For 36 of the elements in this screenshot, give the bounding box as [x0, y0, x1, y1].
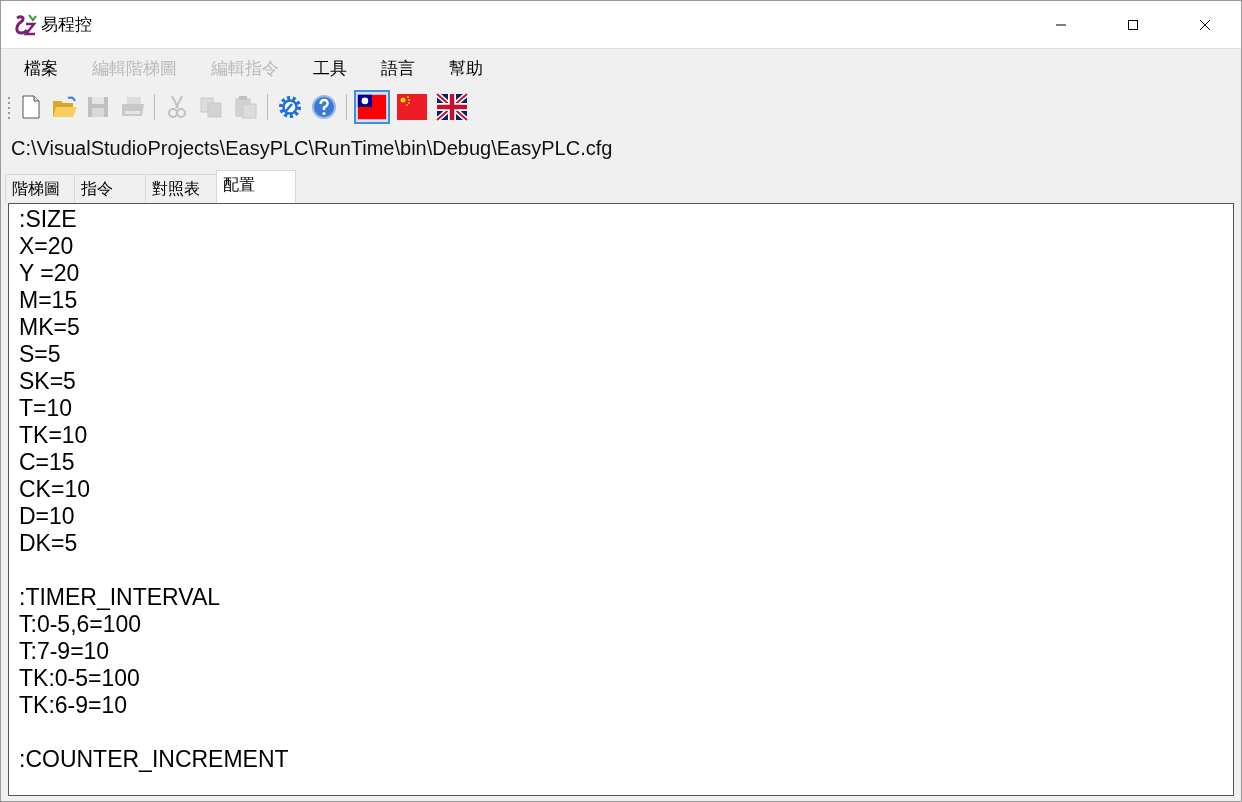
config-line: T=10: [19, 395, 74, 422]
toolbar-grip-icon: [7, 94, 11, 120]
flag-icon[interactable]: [435, 92, 469, 122]
config-line: T:0-5,6=100: [19, 611, 143, 638]
menu-item[interactable]: 檔案: [13, 56, 69, 80]
config-line: T:7-9=10: [19, 638, 111, 665]
config-line: C=15: [19, 449, 76, 476]
tab[interactable]: 配置: [216, 170, 296, 203]
config-line: :SIZE: [19, 206, 78, 233]
window-title: 易程控: [41, 13, 92, 36]
config-line: CK=10: [19, 476, 91, 503]
menu-item[interactable]: 幫助: [438, 56, 494, 80]
config-line: DK=5: [19, 530, 79, 557]
folder-icon[interactable]: [51, 94, 77, 120]
config-line: SK=5: [19, 368, 77, 395]
close-icon[interactable]: [1199, 18, 1211, 31]
text-editor[interactable]: :SIZE X=20 Y =20 M=15 MK=5 S=5 SK=5 T=10 TK=10 C=15 CK=10 D=10 DK=5 :TIMER_INTERVAL T:0-5,6=100 T:7-9=10 TK:0-5=100 TK:6-9=10 :COUNTER_INCREMENT: [8, 203, 1234, 796]
config-line: S=5: [19, 341, 62, 368]
help-icon[interactable]: [311, 94, 337, 120]
config-line: TK:0-5=100: [19, 665, 141, 692]
config-line: :COUNTER_INCREMENT: [19, 746, 290, 773]
config-line: X=20: [19, 233, 75, 260]
config-line: TK=10: [19, 422, 89, 449]
config-line: Y =20: [19, 260, 81, 287]
gear-icon[interactable]: [277, 94, 303, 120]
config-line: M=15: [19, 287, 79, 314]
flag-icon[interactable]: [356, 92, 388, 122]
menu-item[interactable]: 語言: [370, 56, 426, 80]
menu-item[interactable]: 工具: [302, 56, 358, 80]
config-line: D=10: [19, 503, 76, 530]
config-line: :TIMER_INTERVAL: [19, 584, 222, 611]
file-path: C:\VisualStudioProjects\EasyPLC\RunTime\bin\Debug\EasyPLC.cfg: [10, 136, 614, 161]
config-line: TK:6-9=10: [19, 692, 129, 719]
config-line: MK=5: [19, 314, 81, 341]
maximize-icon[interactable]: [1127, 18, 1139, 31]
app-logo-icon: [13, 12, 37, 37]
